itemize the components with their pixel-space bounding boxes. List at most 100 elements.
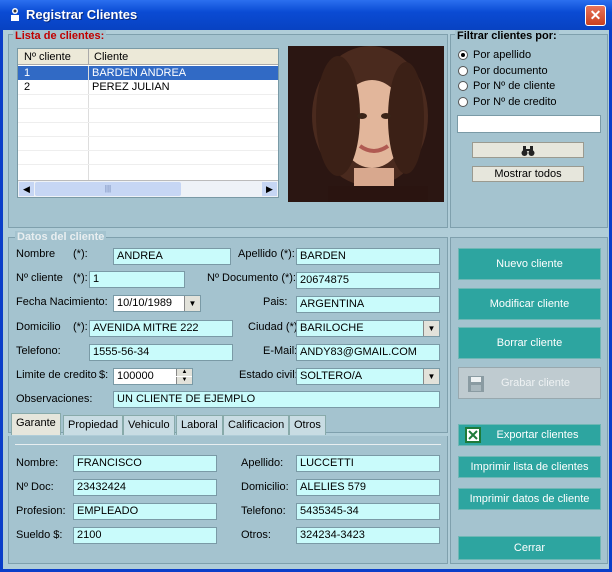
nombre-required-mark: (*): <box>73 248 88 260</box>
garante-domicilio-field[interactable]: ALELIES 579 <box>296 479 440 496</box>
table-row[interactable]: 2 PEREZ JULIAN <box>18 80 278 94</box>
garante-nombre-label: Nombre: <box>16 457 59 469</box>
garante-telefono-field[interactable]: 5435345-34 <box>296 503 440 520</box>
apellido-field[interactable]: BARDEN <box>296 248 440 265</box>
obs-label: Observaciones: <box>16 393 93 405</box>
chevron-down-icon[interactable]: ▼ <box>423 321 439 336</box>
estado-label: Estado civil: <box>239 369 298 381</box>
nuevo-cliente-button[interactable]: Nuevo cliente <box>458 248 601 280</box>
limite-value: 100000 <box>117 370 154 382</box>
fecha-picker[interactable]: 10/10/1989 ▼ <box>113 295 201 312</box>
title-bar[interactable]: Registrar Clientes ✕ <box>0 0 612 30</box>
chevron-down-icon[interactable]: ▼ <box>423 369 439 384</box>
garante-otros-field[interactable]: 324234-3423 <box>296 527 440 544</box>
filter-search-input[interactable] <box>457 115 601 133</box>
client-list-legend: Lista de clientes: <box>13 30 107 42</box>
garante-nombre-field[interactable]: FRANCISCO <box>73 455 217 472</box>
tab-propiedad[interactable]: Propiedad <box>63 415 124 435</box>
grabar-label: Grabar cliente <box>500 377 571 389</box>
fecha-label: Fecha Nacimiento: <box>16 296 108 308</box>
table-row[interactable]: 1 BARDEN ANDREA <box>18 66 278 80</box>
scroll-thumb[interactable]: ||| <box>35 182 181 196</box>
garante-panel: Nombre: FRANCISCO Apellido: LUCCETTI Nº … <box>8 436 448 564</box>
column-header-num[interactable]: Nº cliente <box>24 51 71 63</box>
garante-apellido-field[interactable]: LUCCETTI <box>296 455 440 472</box>
modificar-cliente-button[interactable]: Modificar cliente <box>458 288 601 320</box>
exportar-clientes-button[interactable]: Exportar clientes <box>458 424 601 446</box>
garante-sueldo-field[interactable]: 2100 <box>73 527 217 544</box>
row-num: 2 <box>24 81 31 93</box>
tab-calificacion[interactable]: Calificacion <box>223 415 290 435</box>
garante-telefono-label: Telefono: <box>241 505 286 517</box>
radio-ncliente[interactable] <box>458 81 468 91</box>
email-label: E-Mail: <box>263 345 298 357</box>
stepper-down-icon[interactable]: ▼ <box>176 377 192 384</box>
client-data-panel: Datos del cliente Nombre (*): ANDREA Ape… <box>8 231 448 435</box>
tab-vehiculo[interactable]: Vehiculo <box>123 415 175 435</box>
garante-doc-label: Nº Doc: <box>16 481 54 493</box>
garante-profesion-label: Profesion: <box>16 505 66 517</box>
window-title: Registrar Clientes <box>26 7 138 22</box>
imprimir-datos-button[interactable]: Imprimir datos de cliente <box>458 488 601 510</box>
pais-field[interactable]: ARGENTINA <box>296 296 440 313</box>
radio-documento[interactable] <box>458 66 468 76</box>
radio-apellido[interactable] <box>458 50 468 60</box>
ciudad-select[interactable]: BARILOCHE ▼ <box>296 320 440 337</box>
row-num: 1 <box>24 67 31 79</box>
tab-laboral[interactable]: Laboral <box>176 415 223 435</box>
client-list-panel: Lista de clientes: Nº cliente Cliente 1 … <box>8 30 448 228</box>
limite-label: Limite de credito <box>16 369 97 381</box>
email-field[interactable]: ANDY83@GMAIL.COM <box>296 344 440 361</box>
tab-garante[interactable]: Garante <box>11 413 61 435</box>
table-header: Nº cliente Cliente <box>18 49 278 65</box>
borrar-cliente-button[interactable]: Borrar cliente <box>458 327 601 359</box>
fecha-value: 10/10/1989 <box>117 297 173 309</box>
search-button[interactable] <box>472 142 584 158</box>
horizontal-scrollbar[interactable]: ◀ ||| ▶ <box>18 180 278 197</box>
close-button[interactable]: ✕ <box>585 5 606 26</box>
column-header-cliente[interactable]: Cliente <box>94 51 128 63</box>
telefono-field[interactable]: 1555-56-34 <box>89 344 233 361</box>
nombre-label: Nombre <box>16 248 56 260</box>
chevron-down-icon[interactable]: ▼ <box>184 296 200 311</box>
floppy-disk-icon <box>468 376 484 392</box>
ncliente-field[interactable]: 1 <box>89 271 185 288</box>
garante-apellido-label: Apellido: <box>241 457 284 469</box>
garante-doc-field[interactable]: 23432424 <box>73 479 217 496</box>
apellido-label: Apellido (*): <box>238 248 295 260</box>
ndoc-field[interactable]: 20674875 <box>296 272 440 289</box>
window: Registrar Clientes ✕ Lista de clientes: … <box>0 0 612 572</box>
tab-otros[interactable]: Otros <box>289 415 326 435</box>
client-photo <box>288 46 444 202</box>
ncliente-required-mark: (*): <box>73 272 88 284</box>
scroll-right-icon[interactable]: ▶ <box>262 182 277 196</box>
divider <box>15 444 441 445</box>
garante-otros-label: Otros: <box>241 529 271 541</box>
garante-profesion-field[interactable]: EMPLEADO <box>73 503 217 520</box>
limite-dollar-label: $: <box>99 369 109 381</box>
binoculars-icon <box>521 146 535 156</box>
radio-ncredito[interactable] <box>458 97 468 107</box>
grabar-cliente-button[interactable]: Grabar cliente <box>458 367 601 399</box>
garante-domicilio-label: Domicilio: <box>241 481 289 493</box>
scroll-left-icon[interactable]: ◀ <box>19 182 34 196</box>
domicilio-label: Domicilio <box>16 321 61 333</box>
exportar-label: Exportar clientes <box>496 429 579 441</box>
ciudad-value: BARILOCHE <box>300 322 364 334</box>
app-icon <box>11 8 19 21</box>
tab-bar: Garante Propiedad Vehiculo Laboral Calif… <box>11 413 447 435</box>
domicilio-field[interactable]: AVENIDA MITRE 222 <box>89 320 233 337</box>
ncliente-label: Nº cliente <box>16 272 63 284</box>
estado-select[interactable]: SOLTERO/A ▼ <box>296 368 440 385</box>
ciudad-label: Ciudad (*): <box>248 321 301 333</box>
row-name: PEREZ JULIAN <box>92 81 170 93</box>
stepper-up-icon[interactable]: ▲ <box>176 369 192 376</box>
garante-sueldo-label: Sueldo $: <box>16 529 63 541</box>
nombre-field[interactable]: ANDREA <box>113 248 231 265</box>
obs-field[interactable]: UN CLIENTE DE EJEMPLO <box>113 391 440 408</box>
imprimir-lista-button[interactable]: Imprimir lista de clientes <box>458 456 601 478</box>
limite-stepper[interactable]: 100000 ▲ ▼ <box>113 368 193 385</box>
show-all-button[interactable]: Mostrar todos <box>472 166 584 182</box>
client-table[interactable]: Nº cliente Cliente 1 BARDEN ANDREA 2 PER… <box>17 48 279 198</box>
cerrar-button[interactable]: Cerrar <box>458 536 601 560</box>
